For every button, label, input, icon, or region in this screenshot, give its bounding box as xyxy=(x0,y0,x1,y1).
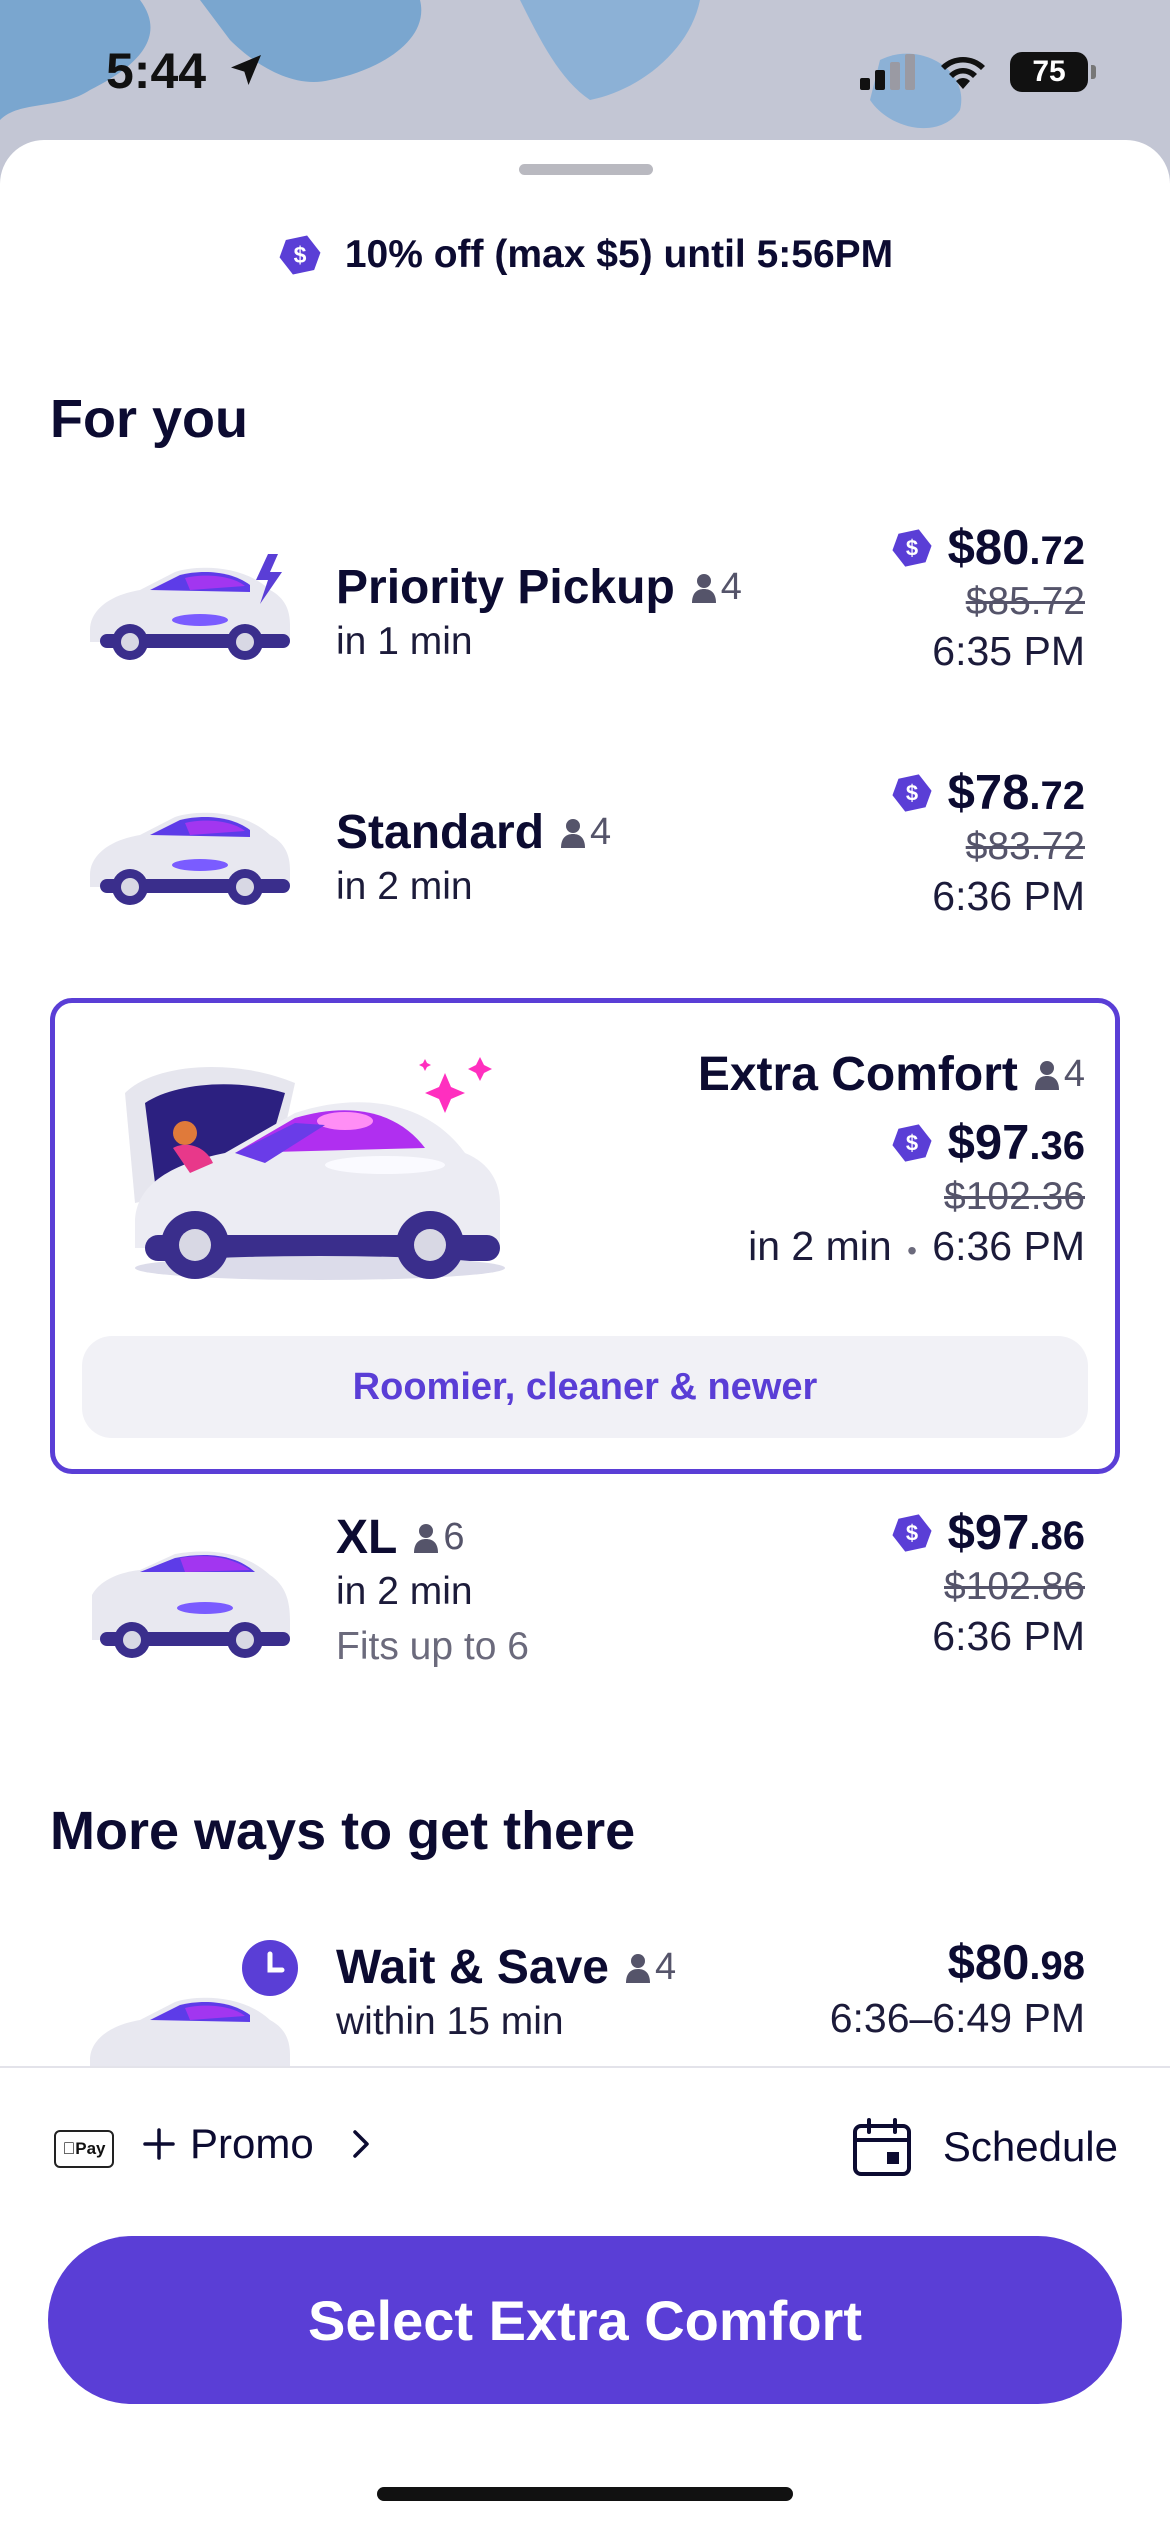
seat-count: 6 xyxy=(413,1516,464,1559)
ride-price: $ $97.86 xyxy=(890,1505,1085,1561)
person-icon xyxy=(691,573,716,603)
status-bar: 5:44 75 xyxy=(0,0,1170,150)
arrival-time: 6:35 PM xyxy=(932,628,1085,674)
seat-count: 4 xyxy=(691,566,742,609)
ride-wait: in 1 min xyxy=(336,620,473,663)
select-ride-button[interactable]: Select Extra Comfort xyxy=(48,2236,1122,2404)
ride-wait: in 2 min xyxy=(336,865,473,908)
ride-price: $ $78.72 xyxy=(890,765,1085,821)
original-price: $83.72 xyxy=(965,825,1085,868)
price-block: $ $97.86 $102.86 6:36 PM xyxy=(890,1505,1085,1660)
person-icon xyxy=(561,818,586,848)
seat-count: 4 xyxy=(625,1946,676,1989)
car-xl-icon xyxy=(92,1551,290,1658)
ride-name: Standard xyxy=(336,806,545,859)
ride-price: $ $97.36 xyxy=(748,1115,1085,1171)
feature-highlight: Roomier, cleaner & newer xyxy=(82,1336,1088,1438)
promo-banner-text: 10% off (max $5) until 5:56PM xyxy=(344,233,894,276)
car-standard-icon xyxy=(90,812,290,905)
cellular-signal-icon xyxy=(860,54,915,90)
ride-price: $ $80.72 xyxy=(890,520,1085,576)
seat-count: 4 xyxy=(560,811,611,854)
person-icon xyxy=(625,1953,650,1983)
person-icon xyxy=(414,1523,439,1553)
ride-option-standard[interactable]: Standard 4 in 2 min $ $78.72 $83.72 6:36… xyxy=(0,765,1170,985)
bottom-action-bar: Pay Promo Schedule Select Extra Comfort xyxy=(0,2068,1170,2532)
wifi-icon xyxy=(941,57,985,89)
person-icon xyxy=(1034,1060,1059,1090)
price-block: $ $78.72 $83.72 6:36 PM xyxy=(890,765,1085,920)
svg-text:$: $ xyxy=(906,781,918,806)
location-arrow-icon xyxy=(230,55,261,85)
car-wait-save-icon xyxy=(90,1940,298,2072)
ride-name: Wait & Save xyxy=(336,1941,609,1994)
svg-text:$: $ xyxy=(906,536,918,561)
arrival-time: 6:36 PM xyxy=(932,1613,1085,1659)
price-block: $80.98 6:36–6:49 PM xyxy=(830,1935,1085,2042)
chevron-right-icon xyxy=(352,2130,369,2158)
promo-button[interactable]: Promo xyxy=(142,2120,376,2168)
wait-and-arrival: in 2 min • 6:36 PM xyxy=(748,1223,1085,1269)
original-price: $102.86 xyxy=(944,1565,1085,1608)
discount-tag-icon: $ xyxy=(892,1124,932,1162)
arrival-time: 6:36 PM xyxy=(932,873,1085,919)
home-indicator xyxy=(377,2487,793,2501)
svg-text:$: $ xyxy=(906,1521,918,1546)
discount-tag-icon: $ xyxy=(892,1514,932,1552)
ride-option-xl[interactable]: XL 6 in 2 min Fits up to 6 $ $97.86 $102… xyxy=(0,1506,1170,1770)
arrival-window: 6:36–6:49 PM xyxy=(829,1995,1085,2041)
battery-indicator: 75 xyxy=(1010,52,1096,92)
svg-text:$: $ xyxy=(293,242,306,268)
ride-price: $80.98 xyxy=(947,1936,1085,1990)
plus-icon xyxy=(143,2128,175,2160)
section-title-more-ways: More ways to get there xyxy=(50,1801,636,1861)
car-priority-icon xyxy=(90,554,290,660)
original-price: $85.72 xyxy=(965,580,1085,623)
discount-tag-icon: $ xyxy=(892,529,932,567)
price-block: $ $80.72 $85.72 6:35 PM xyxy=(890,520,1085,675)
ride-wait: in 2 min xyxy=(336,1570,473,1613)
apple-pay-icon[interactable]: Pay xyxy=(54,2130,114,2168)
section-title-for-you: For you xyxy=(50,389,248,449)
original-price: $102.36 xyxy=(944,1175,1085,1218)
ride-options-sheet: $ 10% off (max $5) until 5:56PM For you … xyxy=(0,140,1170,2532)
ride-name: XL xyxy=(336,1511,398,1564)
discount-tag-icon: $ xyxy=(279,235,321,275)
seat-count: 4 xyxy=(1034,1053,1085,1096)
status-time: 5:44 xyxy=(106,42,266,100)
ride-capacity-note: Fits up to 6 xyxy=(336,1625,529,1668)
ride-option-priority-pickup[interactable]: Priority Pickup 4 in 1 min $ $80.72 $85.… xyxy=(0,520,1170,740)
ride-name: Extra Comfort xyxy=(697,1048,1018,1101)
promo-banner: $ 10% off (max $5) until 5:56PM xyxy=(0,232,1170,278)
car-extra-comfort-icon xyxy=(125,1057,505,1280)
discount-tag-icon: $ xyxy=(892,774,932,812)
svg-text:$: $ xyxy=(906,1131,918,1156)
schedule-button[interactable]: Schedule xyxy=(851,2116,1118,2178)
ride-option-extra-comfort[interactable]: Extra Comfort 4 $ $97.36 $102.36 in 2 mi… xyxy=(50,998,1120,1474)
ride-wait: within 15 min xyxy=(336,2000,564,2043)
ride-name: Priority Pickup xyxy=(336,561,675,614)
sheet-drag-handle[interactable] xyxy=(519,164,653,175)
price-block: $ $97.36 $102.36 in 2 min • 6:36 PM xyxy=(748,1115,1085,1270)
calendar-icon xyxy=(852,2118,911,2176)
